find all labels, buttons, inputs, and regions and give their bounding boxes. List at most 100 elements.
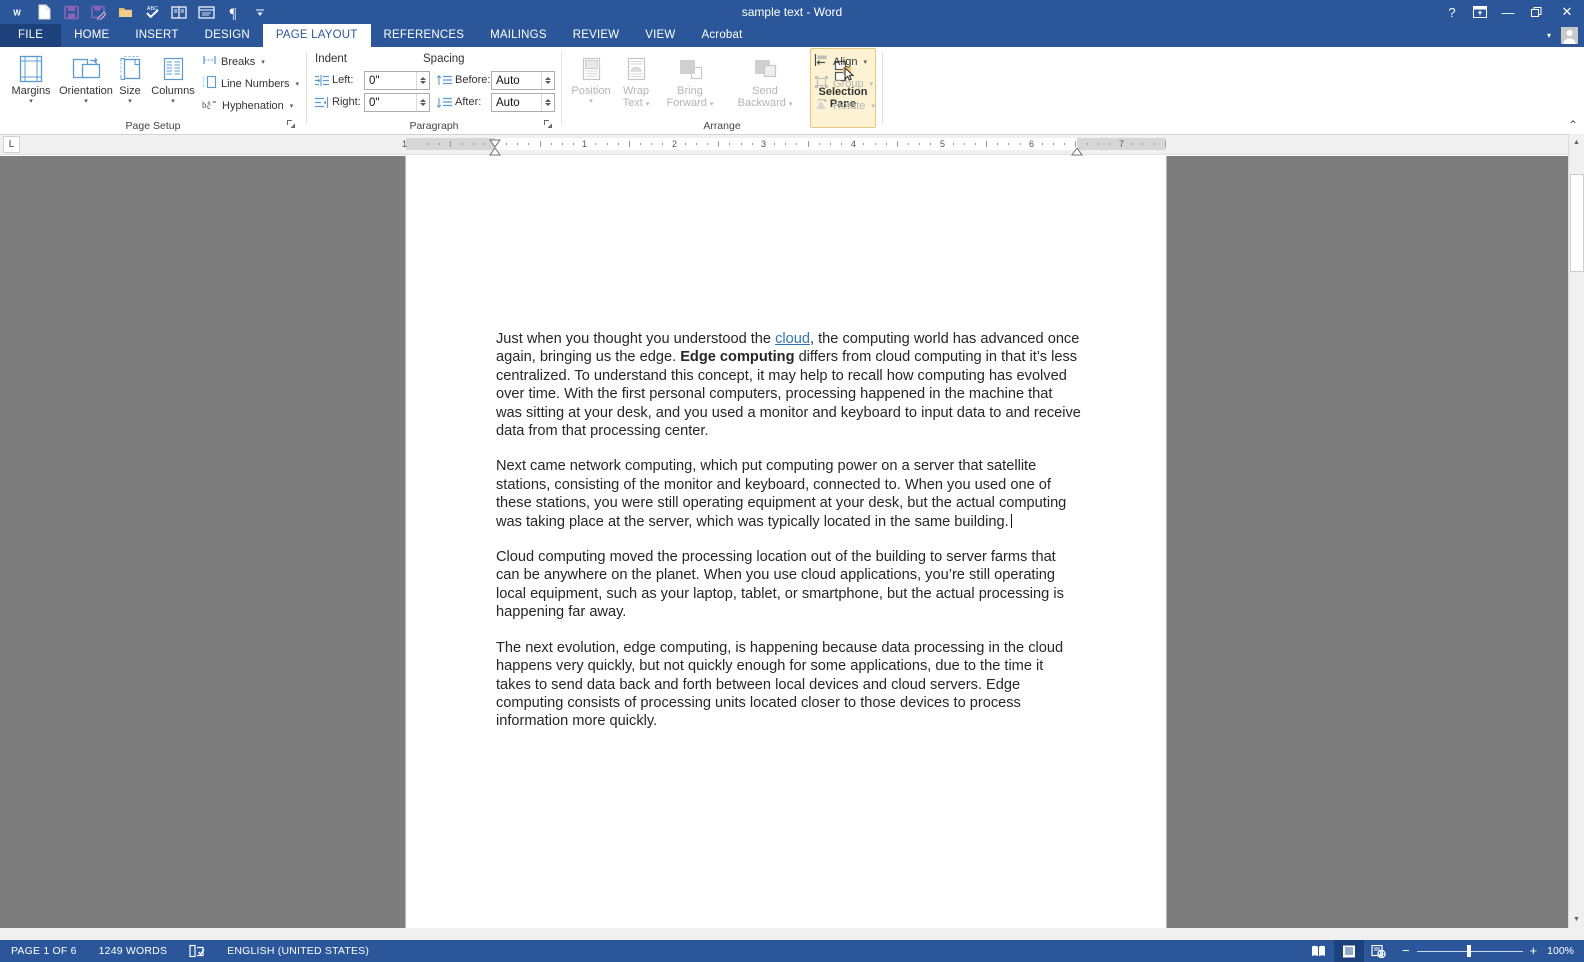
spacing-after-value[interactable]: Auto <box>492 97 541 109</box>
indent-right-value[interactable]: 0" <box>365 97 416 109</box>
spacing-after-stepper[interactable] <box>541 94 554 111</box>
tab-page-layout[interactable]: PAGE LAYOUT <box>262 24 371 47</box>
group-icon <box>814 75 829 92</box>
align-caret-icon[interactable]: ▾ <box>863 58 867 66</box>
page-setup-dialog-launcher[interactable] <box>286 119 298 131</box>
columns-caret-icon[interactable]: ▾ <box>171 98 175 106</box>
scroll-up-button[interactable]: ▲ <box>1569 134 1584 151</box>
tab-file[interactable]: FILE <box>0 24 62 47</box>
ruler-tick <box>1164 141 1166 147</box>
align-button[interactable]: Align ▾ <box>814 51 867 72</box>
document-text-body[interactable]: Just when you thought you understood the… <box>496 330 1082 731</box>
tab-review[interactable]: REVIEW <box>560 24 633 47</box>
spacing-after-spinner[interactable]: Auto <box>491 93 555 112</box>
columns-icon <box>158 49 188 85</box>
minimize-button[interactable]: — <box>1494 0 1522 24</box>
language-indicator[interactable]: ENGLISH (UNITED STATES) <box>216 945 380 957</box>
zoom-slider[interactable] <box>1416 945 1523 957</box>
spacing-before-value[interactable]: Auto <box>492 75 541 87</box>
indent-right-spinner[interactable]: 0" <box>364 93 430 112</box>
scroll-down-button[interactable]: ▼ <box>1569 911 1584 928</box>
spacing-before-stepper[interactable] <box>541 72 554 89</box>
hyperlink[interactable]: cloud <box>775 331 810 347</box>
ribbon-tab-strip: FILE HOME INSERT DESIGN PAGE LAYOUT REFE… <box>0 24 1584 47</box>
tab-design[interactable]: DESIGN <box>192 24 263 47</box>
document-page[interactable]: Just when you thought you understood the… <box>406 156 1166 928</box>
svg-text:W: W <box>13 9 21 18</box>
indent-right-stepper[interactable] <box>416 94 429 111</box>
word-count[interactable]: 1249 WORDS <box>88 945 179 957</box>
tab-acrobat[interactable]: Acrobat <box>688 24 755 47</box>
open-folder-icon[interactable] <box>112 1 138 23</box>
horizontal-ruler[interactable]: 1 1 2 3 4 5 6 7 <box>0 135 1584 163</box>
collapse-ribbon-button[interactable]: ⌃ <box>1568 118 1578 132</box>
ruler-number: 3 <box>761 139 767 149</box>
restore-button[interactable] <box>1522 0 1550 24</box>
proofing-errors-icon[interactable] <box>178 944 216 958</box>
customize-quick-access-toolbar-icon[interactable] <box>247 1 273 23</box>
bold-text: Edge computing <box>680 349 795 366</box>
zoom-out-button[interactable]: − <box>1402 944 1410 957</box>
breaks-button[interactable]: Breaks ▾ <box>202 51 265 72</box>
print-layout-view-button[interactable] <box>1333 940 1364 962</box>
indent-left-value[interactable]: 0" <box>365 75 416 87</box>
zoom-control[interactable]: − + <box>1394 944 1547 957</box>
web-layout-view-button[interactable] <box>1364 940 1394 962</box>
wrap-text-icon <box>621 49 651 85</box>
ruler-tick <box>1108 143 1110 145</box>
tab-insert[interactable]: INSERT <box>122 24 191 47</box>
spacing-before-spinner[interactable]: Auto <box>491 71 555 90</box>
columns-button[interactable]: Columns ▾ <box>144 49 202 106</box>
vertical-scrollbar[interactable]: ▲ ▼ <box>1568 134 1584 928</box>
size-caret-icon[interactable]: ▾ <box>128 98 132 106</box>
save-as-icon[interactable] <box>85 1 111 23</box>
text-run: Cloud computing moved the processing loc… <box>496 549 1064 621</box>
line-numbers-button[interactable]: 123 Line Numbers ▾ <box>202 73 299 94</box>
tab-home[interactable]: HOME <box>61 24 122 47</box>
show-formatting-marks-icon[interactable]: ¶ <box>220 1 246 23</box>
read-mode-view-button[interactable] <box>1304 940 1334 962</box>
spelling-grammar-icon[interactable]: ABC <box>139 1 165 23</box>
line-numbers-caret-icon[interactable]: ▾ <box>295 80 299 88</box>
tab-mailings[interactable]: MAILINGS <box>477 24 560 47</box>
save-icon[interactable] <box>58 1 84 23</box>
paragraph-dialog-launcher[interactable] <box>543 119 555 131</box>
size-icon <box>115 49 145 85</box>
tab-view[interactable]: VIEW <box>632 24 688 47</box>
margins-caret-icon[interactable]: ▾ <box>29 98 33 106</box>
ribbon-display-options-button[interactable] <box>1466 0 1494 24</box>
indent-left-spinner[interactable]: 0" <box>364 71 430 90</box>
read-mode-icon[interactable] <box>166 1 192 23</box>
zoom-level[interactable]: 100% <box>1547 945 1584 957</box>
ruler-tick <box>1053 143 1055 145</box>
indent-left-icon <box>315 74 329 92</box>
account-icon[interactable] <box>1561 27 1578 44</box>
ruler-tick <box>539 141 541 147</box>
indent-left-stepper[interactable] <box>416 72 429 89</box>
new-document-icon[interactable] <box>31 1 57 23</box>
close-button[interactable]: ✕ <box>1550 0 1584 24</box>
zoom-slider-knob[interactable] <box>1466 945 1471 957</box>
document-paragraph[interactable]: Cloud computing moved the processing loc… <box>496 548 1082 622</box>
page-indicator[interactable]: PAGE 1 OF 6 <box>0 945 88 957</box>
scrollbar-thumb[interactable] <box>1570 174 1584 272</box>
ruler-tick <box>550 143 552 145</box>
help-button[interactable]: ? <box>1438 0 1466 24</box>
ruler-number: 1 <box>402 139 408 149</box>
hyphenation-button[interactable]: bac Hyphenation ▾ <box>202 95 293 116</box>
ruler-tick <box>1097 143 1099 145</box>
tab-stop-selector[interactable]: L <box>3 136 20 153</box>
align-icon <box>814 53 829 70</box>
breaks-caret-icon[interactable]: ▾ <box>261 58 265 66</box>
signin-caret-icon[interactable]: ▾ <box>1547 31 1551 40</box>
orientation-caret-icon[interactable]: ▾ <box>84 98 88 106</box>
status-bar-filler <box>0 928 1584 940</box>
document-paragraph[interactable]: The next evolution, edge computing, is h… <box>496 639 1082 731</box>
print-preview-icon[interactable] <box>193 1 219 23</box>
document-paragraph[interactable]: Next came network computing, which put c… <box>496 457 1082 531</box>
document-paragraph[interactable]: Just when you thought you understood the… <box>496 330 1082 440</box>
hyphenation-caret-icon[interactable]: ▾ <box>290 102 294 110</box>
tab-references[interactable]: REFERENCES <box>371 24 478 47</box>
zoom-in-button[interactable]: + <box>1530 944 1538 957</box>
document-canvas[interactable]: Just when you thought you understood the… <box>0 156 1584 928</box>
